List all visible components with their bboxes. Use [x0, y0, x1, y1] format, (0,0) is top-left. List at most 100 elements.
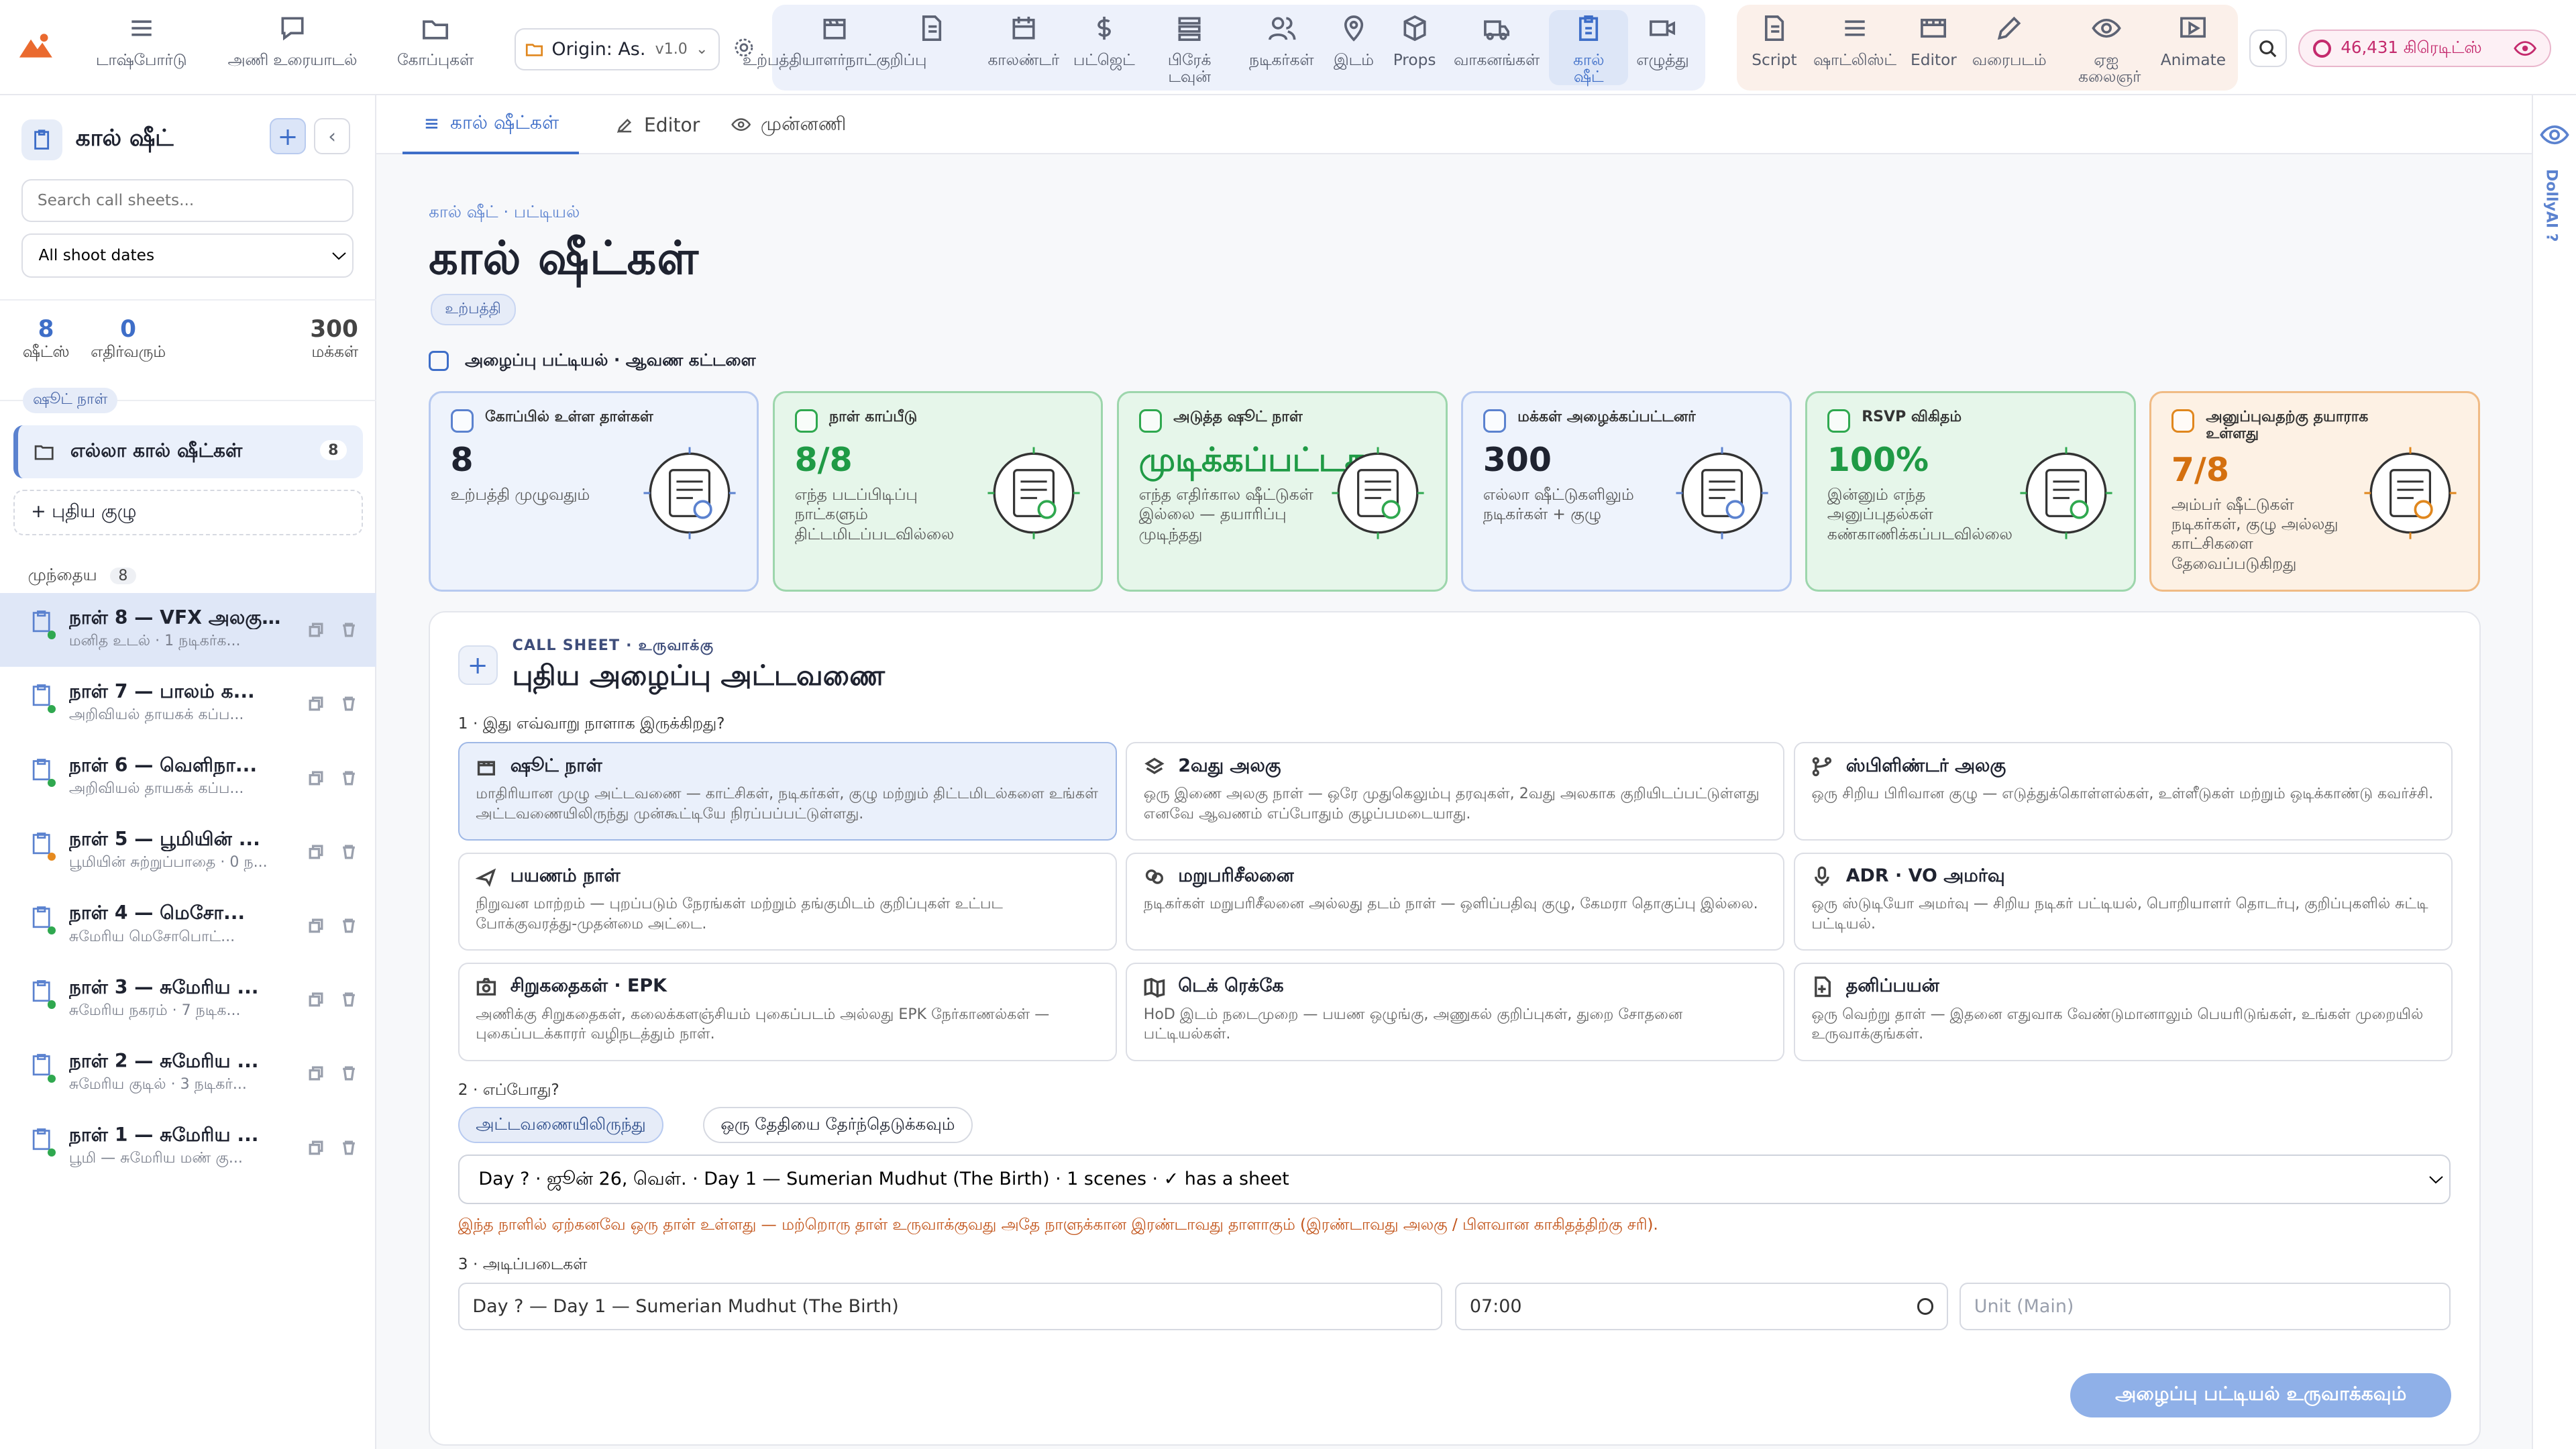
credits-badge[interactable]: 46,431 கிரெடிட்ஸ் [2298, 30, 2552, 68]
card-next-shoot-day[interactable]: அடுத்த ஷூட் நாள் முடிக்கப்பட்டது எந்த எதிர… [1117, 390, 1448, 592]
call-sheet-item-actions [309, 623, 356, 637]
nav-breakdown[interactable]: பிரேக் டவுன் [1153, 13, 1226, 86]
duplicate-icon[interactable] [309, 696, 323, 711]
call-sheet-item-subtitle: மனித உடல் · 1 நடிகர்க... [68, 632, 241, 649]
app-logo-icon[interactable] [16, 30, 56, 62]
trash-icon[interactable] [341, 918, 356, 933]
app-window: டாஷ்போர்டு அணி உரையாடல் கோப்புகள் Origin… [0, 0, 2576, 1449]
duplicate-icon[interactable] [309, 771, 323, 786]
card-label: நாள் காப்பீடு [829, 409, 918, 426]
option-travel-day[interactable]: பயணம் நாள் நிறுவன மாற்றம் — புறப்படும் நே… [458, 852, 1117, 951]
add-call-sheet-button[interactable]: + [270, 118, 306, 155]
duplicate-icon[interactable] [309, 992, 323, 1007]
tab-preview[interactable]: முன்னணி [731, 95, 847, 154]
sheet-name-input[interactable]: Day ? — Day 1 — Sumerian Mudhut (The Bir… [458, 1283, 1442, 1331]
call-sheet-item[interactable]: நாள் 7 — பாலம் க... அறிவியல் தாயகக் கப்ப.… [0, 667, 376, 741]
ai-assistant-rail[interactable]: DollyAI ? [2531, 95, 2576, 1449]
card-people-called[interactable]: மக்கள் அழைக்கப்பட்டனர் 300 எல்லா ஷீட்டுகளி… [1461, 390, 1792, 592]
new-group-button[interactable]: + புதிய குழு [13, 489, 364, 536]
nav-editor[interactable]: Editor [1906, 13, 1962, 86]
nav-calendar[interactable]: காலண்டர் [981, 13, 1066, 86]
nav-props[interactable]: Props [1385, 13, 1444, 86]
card-rsvp-rate[interactable]: RSVP விகிதம் 100% இன்னும் எந்த அனுப்புதல்க… [1805, 390, 2136, 592]
option-splinter-unit[interactable]: ஸ்பிளிண்டர் அலகு ஒரு சிறிய பிரிவான குழு —… [1793, 742, 2453, 841]
option-title-row: பயணம் நாள் [476, 865, 1099, 888]
shoot-day-select[interactable]: Day ? · ஜூன் 26, வெள். · Day 1 — Sumeria… [458, 1155, 2451, 1204]
card-header: நாள் காப்பீடு [794, 409, 1008, 433]
nav-storyboard[interactable]: வரைபடம் [1966, 13, 2051, 86]
pick-date-toggle[interactable]: ஒரு தேதியை தேர்ந்தெடுக்கவும் [702, 1107, 973, 1144]
nav-dashboard[interactable]: டாஷ்போர்டு [85, 13, 197, 86]
call-sheet-search-input[interactable] [21, 178, 354, 222]
call-sheet-item[interactable]: நாள் 5 — பூமியின் ... பூமியின் சுற்றுப்பா… [0, 815, 376, 889]
nav-budget[interactable]: பட்ஜெட் [1069, 13, 1138, 86]
duplicate-icon[interactable] [309, 845, 323, 859]
duplicate-icon[interactable] [309, 918, 323, 933]
card-ready-to-send[interactable]: அனுப்புவதற்கு தயாராக உள்ளது 7/8 அம்பர் ஷீட… [2149, 390, 2480, 592]
nav-location[interactable]: இடம் [1324, 13, 1383, 86]
call-time-input[interactable]: 07:00 [1455, 1283, 1949, 1331]
breadcrumb[interactable]: கால் ஷீட் · பட்டியல் [429, 202, 580, 224]
collapse-sidebar-button[interactable]: ‹ [314, 118, 351, 155]
trash-icon[interactable] [341, 623, 356, 637]
unit-input[interactable]: Unit (Main) [1960, 1283, 2451, 1331]
play-icon [2180, 17, 2206, 38]
trash-icon[interactable] [341, 771, 356, 786]
call-sheet-item[interactable]: நாள் 1 — சுமேரிய ... பூமி — சுமேரிய மண் க… [0, 1111, 376, 1185]
ai-assistant-label: DollyAI ? [2542, 169, 2560, 242]
nav-label: Animate [2160, 51, 2226, 70]
option-stills-epk[interactable]: சிறுகதைகள் · EPK அணிக்கு சிறுகதைகள், கலைக… [458, 962, 1117, 1061]
tab-bar: கால் ஷீட்கள் Editor முன்னணி [376, 95, 2532, 155]
nav-ai-artist[interactable]: ஏஐ கலைஞர் [2063, 13, 2149, 86]
trash-icon[interactable] [341, 1140, 356, 1155]
trash-icon[interactable] [341, 1066, 356, 1081]
sidebar-title: கால் ஷீட் [75, 125, 174, 152]
option-adr-vo-session[interactable]: ADR · VO அமர்வு ஒரு ஸ்டுடியோ அமர்வு — சிற… [1793, 852, 2453, 951]
option-rehearsal[interactable]: மறுபரிசீலனை நடிகர்கள் மறுபரிசீலனை அல்லது … [1126, 852, 1785, 951]
nav-shotlist[interactable]: ஷாட்லிஸ்ட் [1807, 13, 1902, 86]
call-sheet-item[interactable]: நாள் 6 — வெளிநா... அறிவியல் தாயகக் கப்ப..… [0, 741, 376, 814]
nav-files[interactable]: கோப்புகள் [381, 13, 490, 86]
option-shoot-day[interactable]: ஷூட் நாள் மாதிரியான முழு அட்டவணை — காட்சி… [458, 742, 1117, 841]
call-sheet-item[interactable]: நாள் 8 — VFX அலகு:... மனித உடல் · 1 நடிகர… [0, 593, 376, 667]
nav-animate[interactable]: Animate [2154, 13, 2233, 86]
shoot-day-filter-chip[interactable]: ஷூட் நாள் [23, 387, 118, 413]
trash-icon[interactable] [341, 845, 356, 859]
stat-label: மக்கள் [311, 343, 358, 362]
call-sheet-item[interactable]: நாள் 3 — சுமேரிய ... சுமேரிய நகரம் · 7 நட… [0, 963, 376, 1036]
step-type-label: 1 · இது எவ்வாறு நாளாக இருக்கிறது? [458, 714, 725, 733]
clipboard-icon [32, 610, 56, 639]
option-tech-recce[interactable]: டெக் ரெக்கே HoD இடம் நடைமுறை — பயண ஒழுங்க… [1126, 962, 1785, 1061]
duplicate-icon[interactable] [309, 1066, 323, 1081]
all-call-sheets-item[interactable]: எல்லா கால் ஷீட்கள் 8 [13, 425, 364, 478]
nav-producer-diary[interactable]: உற்பத்தியாளர்நாட்குறிப்பு [743, 13, 926, 86]
nav-team-chat[interactable]: அணி உரையாடல் [210, 13, 374, 86]
from-schedule-toggle[interactable]: அட்டவணையிலிருந்து [458, 1107, 664, 1144]
duplicate-icon[interactable] [309, 623, 323, 637]
call-sheet-item[interactable]: நாள் 4 — மெசோ... சுமேரிய மெசோபொட்... [0, 889, 376, 963]
option-description: HoD இடம் நடைமுறை — பயண ஒழுங்கு, அணுகல் க… [1143, 1006, 1683, 1042]
option-custom[interactable]: தனிப்பயன் ஒரு வெற்று தாள் — இதனை எதுவாக வ… [1793, 962, 2453, 1061]
nav-writing[interactable]: எழுத்து [1629, 13, 1695, 86]
nav-vehicles[interactable]: வாகனங்கள் [1446, 13, 1548, 86]
trash-icon[interactable] [341, 992, 356, 1007]
create-call-sheet-button[interactable]: அழைப்பு பட்டியல் உருவாக்கவும் [2070, 1373, 2452, 1417]
panel-title: புதிய அழைப்பு அட்டவணை [512, 658, 885, 692]
nav-cast[interactable]: நடிகர்கள் [1239, 13, 1324, 86]
nav-diary-doc[interactable] [896, 13, 968, 86]
card-illustration-icon [987, 447, 1080, 539]
card-sheets-on-file[interactable]: கோப்பில் உள்ள தாள்கள் 8 உற்பத்தி முழுவதும் [429, 390, 759, 592]
shoot-date-filter[interactable]: All shoot dates [21, 233, 354, 278]
nav-script[interactable]: Script [1741, 13, 1807, 86]
global-search-button[interactable] [2249, 30, 2287, 68]
tab-editor[interactable]: Editor [616, 95, 700, 154]
duplicate-icon[interactable] [309, 1140, 323, 1155]
project-selector[interactable]: Origin: As... v1.0 ⌄ [514, 28, 720, 71]
nav-call-sheet[interactable]: கால் ஷீட் [1549, 9, 1628, 86]
trash-icon[interactable] [341, 696, 356, 711]
tab-call-sheets[interactable]: கால் ஷீட்கள் [402, 95, 579, 155]
option-second-unit[interactable]: 2வது அலகு ஒரு இணை அலகு நாள் — ஒரே முதுகெல… [1126, 742, 1785, 841]
call-sheet-item[interactable]: நாள் 2 — சுமேரிய ... சுமேரிய குடில் · 3 ந… [0, 1036, 376, 1110]
card-day-coverage[interactable]: நாள் காப்பீடு 8/8 எந்த படப்பிடிப்பு நாட்கள… [773, 390, 1104, 592]
people-icon [1269, 17, 1296, 40]
